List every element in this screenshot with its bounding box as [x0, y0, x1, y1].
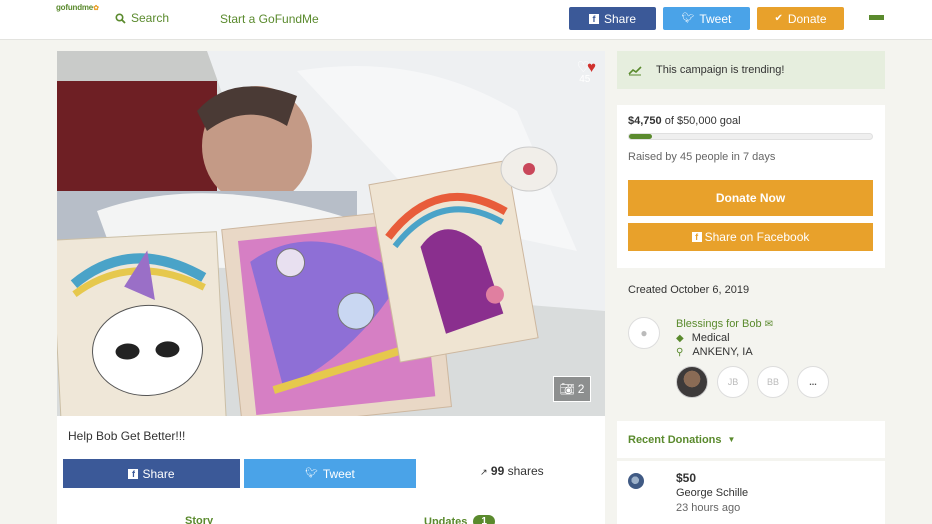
progress-fill	[629, 134, 653, 139]
search-label: Search	[131, 11, 170, 25]
tag-icon: ◆	[676, 332, 684, 344]
menu-icon[interactable]	[869, 15, 884, 20]
team-member-jb[interactable]: JB	[717, 366, 749, 398]
donor-name: George Schille	[676, 487, 749, 499]
trending-chart-icon	[628, 65, 642, 75]
heart-badge[interactable]: ♡♥ 45	[576, 59, 596, 85]
top-navigation: gofundme✿ Search Start a GoFundMe f Shar…	[0, 0, 932, 40]
organizer-name[interactable]: Blessings for Bob ✉	[676, 318, 773, 330]
header-share-button[interactable]: f Share	[569, 7, 656, 30]
shares-label: shares	[507, 464, 544, 478]
location-label: ANKENY, IA	[692, 346, 753, 358]
tweet-button[interactable]: 🐦︎ Tweet	[244, 459, 416, 488]
envelope-icon[interactable]: ✉	[765, 319, 773, 330]
trending-text: This campaign is trending!	[656, 64, 785, 76]
share-on-facebook-label: Share on Facebook	[704, 230, 810, 244]
facebook-icon: f	[691, 232, 702, 242]
raised-value: $4,750	[628, 115, 662, 127]
team-member-avatar[interactable]	[676, 366, 708, 398]
team-member-bb[interactable]: BB	[757, 366, 789, 398]
facebook-icon: f	[128, 468, 139, 479]
created-date: Created October 6, 2019	[628, 284, 750, 296]
twitter-icon: 🐦︎	[681, 13, 695, 24]
tab-story[interactable]: Story	[185, 515, 213, 524]
search-link[interactable]: Search	[115, 11, 169, 25]
header-donate-label: Donate	[787, 11, 827, 26]
donation-list-item: $50 George Schille 23 hours ago	[617, 461, 885, 524]
facebook-icon: f	[588, 13, 599, 24]
campaign-share-row: f Share 🐦︎ Tweet ↗ 99 shares Story Updat…	[57, 456, 605, 524]
share-count: ↗ 99 shares	[480, 464, 544, 478]
campaign-title: Help Bob Get Better!!!	[57, 416, 605, 456]
goal-text: of $50,000 goal	[664, 115, 741, 127]
raised-by-text: Raised by 45 people in 7 days	[628, 151, 776, 163]
campaign-location: ⚲ ANKENY, IA	[676, 346, 753, 358]
trend-icon: ↗	[480, 467, 488, 477]
tab-updates-label: Updates	[424, 515, 468, 524]
user-icon: ●	[640, 326, 648, 340]
category-label: Medical	[691, 332, 730, 344]
organizer-name-label: Blessings for Bob	[676, 318, 762, 330]
recent-donations-label: Recent Donations	[628, 433, 722, 446]
header-tweet-button[interactable]: 🐦︎ Tweet	[663, 7, 750, 30]
raised-amount: $4,750 of $50,000 goal	[628, 115, 741, 127]
photo-count-button[interactable]: 📷︎ 2	[553, 376, 591, 402]
header-share-label: Share	[603, 11, 637, 26]
campaign-category[interactable]: ◆ Medical	[676, 332, 730, 344]
leaf-icon: ✿	[93, 5, 99, 12]
donation-amount: $50	[676, 471, 697, 485]
heart-count: 45	[579, 74, 591, 85]
photo-count-value: 2	[577, 382, 585, 396]
donor-avatar	[628, 473, 644, 489]
header-tweet-label: Tweet	[699, 11, 732, 26]
twitter-icon: 🐦︎	[305, 468, 318, 479]
share-on-facebook-button[interactable]: f Share on Facebook	[628, 223, 873, 251]
goal-progress-bar	[628, 133, 873, 140]
updates-count-badge: 1	[473, 515, 495, 524]
caret-down-icon: ▼	[727, 435, 736, 444]
camera-icon: 📷︎	[559, 382, 575, 396]
check-icon: ✔	[774, 13, 783, 24]
search-icon	[115, 12, 126, 24]
gofundme-logo[interactable]: gofundme✿	[56, 3, 99, 12]
location-pin-icon: ⚲	[676, 346, 684, 358]
team-more-button[interactable]: ...	[797, 366, 829, 398]
header-donate-button[interactable]: ✔ Donate	[757, 7, 844, 30]
shares-number: 99	[490, 464, 505, 478]
heart-icon: ♡♥	[576, 59, 596, 76]
start-gofundme-link[interactable]: Start a GoFundMe	[220, 12, 319, 26]
donation-time: 23 hours ago	[676, 502, 741, 514]
trending-banner: This campaign is trending!	[617, 51, 885, 89]
facebook-share-label: Share	[142, 466, 175, 481]
campaign-photo[interactable]: ♡♥ 45 📷︎ 2	[57, 51, 605, 416]
tweet-label: Tweet	[322, 466, 355, 481]
hospital-bed-illustration	[57, 51, 605, 416]
recent-donations-toggle[interactable]: Recent Donations ▼	[617, 421, 885, 458]
tab-updates[interactable]: Updates 1	[424, 515, 495, 524]
facebook-share-button[interactable]: f Share	[63, 459, 240, 488]
organizer-avatar[interactable]: ●	[628, 317, 660, 349]
donate-now-button[interactable]: Donate Now	[628, 180, 873, 216]
donation-card: $4,750 of $50,000 goal Raised by 45 peop…	[617, 105, 885, 268]
